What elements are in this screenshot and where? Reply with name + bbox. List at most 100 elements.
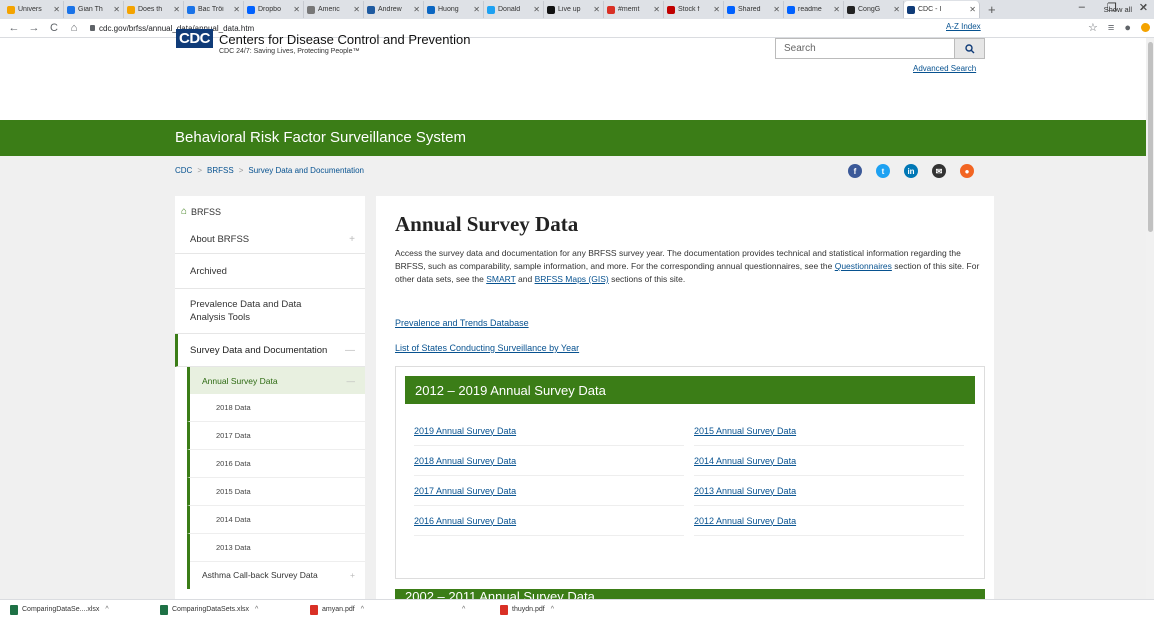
az-index-link[interactable]: A-Z Index bbox=[946, 22, 981, 31]
questionnaires-link[interactable]: Questionnaires bbox=[835, 261, 892, 271]
tab-close-icon[interactable]: ✕ bbox=[833, 5, 840, 14]
sidebar-year-item[interactable]: 2018 Data bbox=[187, 394, 365, 422]
sidebar-sub-asthma[interactable]: Asthma Call-back Survey Data + bbox=[187, 561, 365, 589]
chevron-up-icon[interactable]: ^ bbox=[361, 606, 364, 613]
sidebar-item-about[interactable]: About BRFSS + bbox=[175, 226, 365, 254]
tab-close-icon[interactable]: ✕ bbox=[473, 5, 480, 14]
states-surveillance-link[interactable]: List of States Conducting Surveillance b… bbox=[395, 343, 579, 353]
chevron-up-icon[interactable]: ^ bbox=[255, 606, 258, 613]
home-icon[interactable]: ⌂ bbox=[68, 22, 80, 34]
breadcrumb-survey-data[interactable]: Survey Data and Documentation bbox=[248, 166, 364, 175]
breadcrumb-cdc[interactable]: CDC bbox=[175, 166, 192, 175]
reading-list-icon[interactable]: ≡ bbox=[1108, 22, 1114, 34]
sidebar-year-item[interactable]: 2017 Data bbox=[187, 422, 365, 450]
twitter-icon[interactable]: t bbox=[876, 164, 890, 178]
email-icon[interactable]: ✉ bbox=[932, 164, 946, 178]
annual-data-link[interactable]: 2015 Annual Survey Data bbox=[694, 416, 964, 446]
advanced-search-link[interactable]: Advanced Search bbox=[913, 64, 976, 73]
tab-close-icon[interactable]: ✕ bbox=[653, 5, 660, 14]
browser-tab[interactable]: readme ✕ bbox=[784, 1, 844, 18]
expand-plus-icon[interactable]: + bbox=[350, 570, 355, 580]
tab-close-icon[interactable]: ✕ bbox=[969, 5, 976, 14]
browser-tab[interactable]: CongG ✕ bbox=[844, 1, 904, 18]
bookmark-star-icon[interactable]: ☆ bbox=[1088, 21, 1098, 34]
browser-tab[interactable]: Bac Tröi ✕ bbox=[184, 1, 244, 18]
download-item[interactable]: amyan.pdf ^ bbox=[310, 604, 450, 615]
browser-tab[interactable]: Shared ✕ bbox=[724, 1, 784, 18]
site-title[interactable]: Centers for Disease Control and Preventi… bbox=[219, 32, 470, 47]
breadcrumb-brfss[interactable]: BRFSS bbox=[207, 166, 234, 175]
browser-tab[interactable]: Does th ✕ bbox=[124, 1, 184, 18]
reload-icon[interactable]: C bbox=[48, 22, 60, 34]
browser-tab[interactable]: #memt ✕ bbox=[604, 1, 664, 18]
browser-tab[interactable]: Huong ✕ bbox=[424, 1, 484, 18]
sidebar-year-item[interactable]: 2015 Data bbox=[187, 478, 365, 506]
expand-plus-icon[interactable]: + bbox=[349, 234, 355, 245]
chevron-up-icon[interactable]: ^ bbox=[462, 606, 465, 613]
scrollbar-thumb[interactable] bbox=[1148, 42, 1153, 232]
chevron-up-icon[interactable]: ^ bbox=[105, 606, 108, 613]
close-download-bar-icon[interactable]: ✕ bbox=[1140, 3, 1148, 14]
browser-tab-active[interactable]: CDC - I ✕ bbox=[904, 1, 980, 18]
tab-close-icon[interactable]: ✕ bbox=[593, 5, 600, 14]
tab-close-icon[interactable]: ✕ bbox=[233, 5, 240, 14]
sidebar-year-item[interactable]: 2014 Data bbox=[187, 506, 365, 534]
browser-tab[interactable]: Live up ✕ bbox=[544, 1, 604, 18]
forward-arrow-icon[interactable]: → bbox=[28, 22, 40, 34]
tab-close-icon[interactable]: ✕ bbox=[53, 5, 60, 14]
cdc-logo[interactable]: CDC bbox=[176, 29, 213, 48]
annual-data-link[interactable]: 2012 Annual Survey Data bbox=[694, 506, 964, 536]
tab-close-icon[interactable]: ✕ bbox=[113, 5, 120, 14]
browser-tab[interactable]: Dropbo ✕ bbox=[244, 1, 304, 18]
facebook-icon[interactable]: f bbox=[848, 164, 862, 178]
download-item[interactable]: ^ bbox=[460, 606, 490, 613]
sidebar-item-survey-data[interactable]: Survey Data and Documentation — bbox=[175, 334, 365, 367]
profile-icon[interactable]: ● bbox=[1124, 22, 1131, 34]
linkedin-icon[interactable]: in bbox=[904, 164, 918, 178]
annual-data-link[interactable]: 2018 Annual Survey Data bbox=[414, 446, 684, 476]
tab-close-icon[interactable]: ✕ bbox=[533, 5, 540, 14]
annual-data-link[interactable]: 2016 Annual Survey Data bbox=[414, 506, 684, 536]
annual-data-link[interactable]: 2019 Annual Survey Data bbox=[414, 416, 684, 446]
tab-close-icon[interactable]: ✕ bbox=[293, 5, 300, 14]
sidebar-year-item[interactable]: 2016 Data bbox=[187, 450, 365, 478]
new-tab-button[interactable]: + bbox=[988, 2, 996, 17]
search-button[interactable] bbox=[955, 38, 985, 59]
browser-tab[interactable]: Americ ✕ bbox=[304, 1, 364, 18]
tab-close-icon[interactable]: ✕ bbox=[353, 5, 360, 14]
download-item[interactable]: ComparingDataSets.xlsx ^ bbox=[160, 604, 300, 615]
sidebar-item-prevalence[interactable]: Prevalence Data and Data Analysis Tools bbox=[175, 289, 365, 334]
back-arrow-icon[interactable]: ← bbox=[8, 22, 20, 34]
collapse-minus-icon[interactable]: — bbox=[345, 345, 355, 356]
update-notification-icon[interactable] bbox=[1141, 23, 1150, 32]
download-item[interactable]: thuydn.pdf ^ bbox=[500, 604, 640, 615]
syndicate-icon[interactable]: ● bbox=[960, 164, 974, 178]
tab-close-icon[interactable]: ✕ bbox=[413, 5, 420, 14]
tab-close-icon[interactable]: ✕ bbox=[173, 5, 180, 14]
search-input[interactable]: Search bbox=[775, 38, 955, 59]
program-title[interactable]: Behavioral Risk Factor Surveillance Syst… bbox=[175, 129, 466, 146]
browser-tab[interactable]: Gian Th ✕ bbox=[64, 1, 124, 18]
show-all-downloads-button[interactable]: Show all bbox=[1104, 5, 1132, 14]
minimize-button[interactable]: – bbox=[1079, 1, 1085, 14]
browser-tab[interactable]: Andrew ✕ bbox=[364, 1, 424, 18]
sidebar-item-archived[interactable]: Archived bbox=[175, 254, 365, 289]
download-item[interactable]: ComparingDataSe....xlsx ^ bbox=[10, 604, 150, 615]
browser-tab[interactable]: Donald ✕ bbox=[484, 1, 544, 18]
sidebar-home[interactable]: ⌂ BRFSS bbox=[181, 206, 221, 217]
annual-data-link[interactable]: 2014 Annual Survey Data bbox=[694, 446, 964, 476]
browser-tab[interactable]: Univers ✕ bbox=[4, 1, 64, 18]
prevalence-trends-link[interactable]: Prevalence and Trends Database bbox=[395, 318, 529, 328]
sidebar-year-item[interactable]: 2013 Data bbox=[187, 534, 365, 562]
annual-data-link[interactable]: 2017 Annual Survey Data bbox=[414, 476, 684, 506]
brfss-maps-link[interactable]: BRFSS Maps (GIS) bbox=[535, 274, 609, 284]
sidebar-sub-annual-survey-data[interactable]: Annual Survey Data — bbox=[187, 367, 365, 394]
tab-close-icon[interactable]: ✕ bbox=[773, 5, 780, 14]
tab-close-icon[interactable]: ✕ bbox=[713, 5, 720, 14]
smart-link[interactable]: SMART bbox=[486, 274, 515, 284]
browser-tab[interactable]: Stock f ✕ bbox=[664, 1, 724, 18]
collapse-minus-icon[interactable]: — bbox=[347, 376, 356, 386]
annual-data-link[interactable]: 2013 Annual Survey Data bbox=[694, 476, 964, 506]
chevron-up-icon[interactable]: ^ bbox=[551, 606, 554, 613]
tab-close-icon[interactable]: ✕ bbox=[893, 5, 900, 14]
